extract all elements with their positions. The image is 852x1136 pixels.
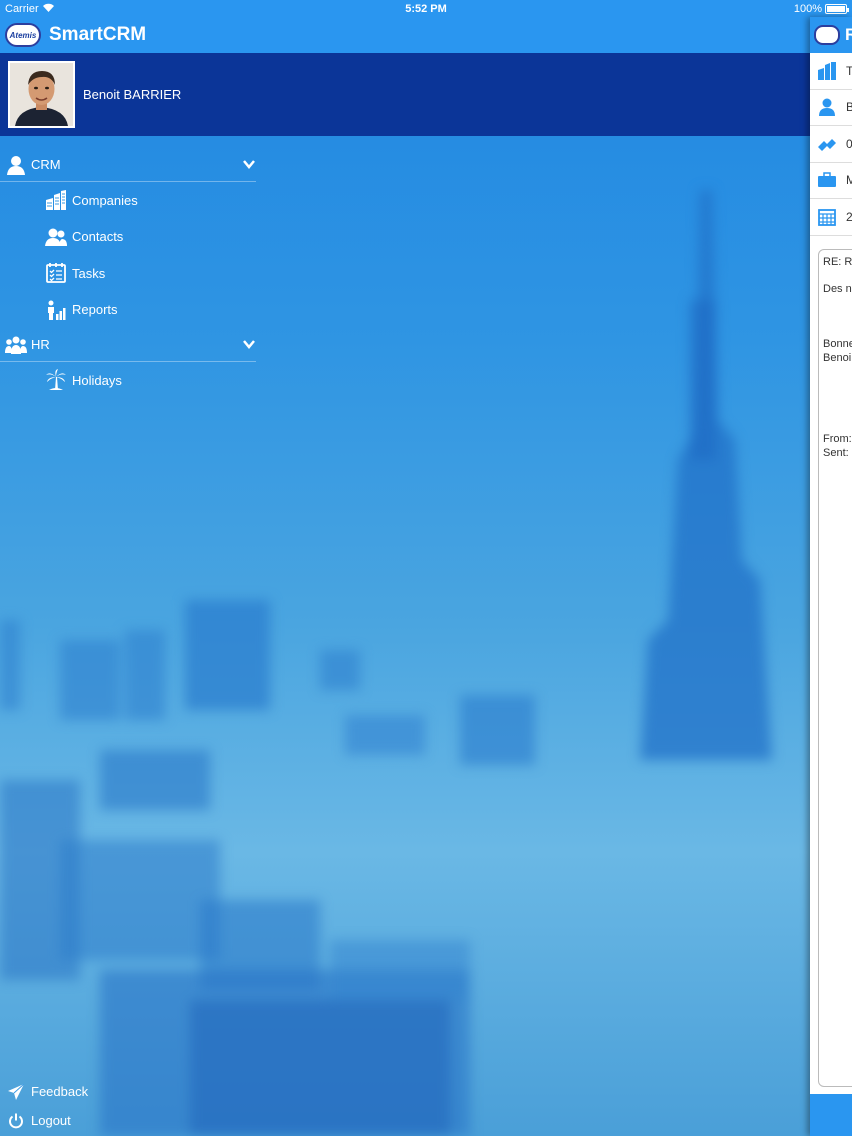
detail-panel-header: R [810, 17, 852, 53]
buildings-icon [44, 188, 68, 212]
chevron-down-icon[interactable] [242, 157, 256, 171]
mail-signature: Benoi [823, 352, 852, 364]
feedback-button[interactable]: Feedback [0, 1077, 258, 1106]
menu-section-hr[interactable]: HR [0, 328, 256, 362]
paper-plane-icon [7, 1083, 25, 1101]
menu-item-label: Tasks [72, 265, 106, 281]
detail-panel[interactable]: R T B 0 M 2 RE: RI Des n Bonne Benoi Fro… [810, 17, 852, 1136]
mail-greeting: Des n [823, 283, 852, 295]
user-name: Benoit BARRIER [83, 87, 182, 102]
status-time: 5:52 PM [405, 2, 447, 15]
detail-row-category[interactable]: M [810, 163, 852, 199]
tasks-icon [44, 261, 68, 285]
menu-item-tasks[interactable]: Tasks [0, 255, 258, 292]
status-bar: Carrier 5:52 PM 100% [0, 0, 852, 17]
menu-item-label: Companies [72, 192, 138, 208]
group-icon [5, 334, 27, 356]
logout-label: Logout [31, 1113, 71, 1128]
menu-section-label: CRM [31, 157, 61, 172]
buildings-icon [818, 61, 836, 80]
mail-body-box[interactable] [818, 249, 852, 1087]
reports-icon [44, 298, 68, 322]
mail-subject: RE: RI [823, 256, 852, 268]
person-icon [5, 154, 27, 176]
carrier-label: Carrier [5, 2, 39, 15]
menu-item-companies[interactable]: Companies [0, 182, 258, 219]
logo-text: Atemis [9, 30, 37, 40]
briefcase-icon [818, 172, 836, 188]
detail-row-date[interactable]: 2 [810, 199, 852, 236]
menu-item-label: Contacts [72, 229, 124, 245]
feedback-label: Feedback [31, 1084, 89, 1099]
app-bar: Atemis SmartCRM [0, 17, 810, 53]
palm-tree-icon [44, 368, 68, 392]
menu-item-reports[interactable]: Reports [0, 292, 258, 329]
detail-row-text: M [846, 173, 852, 188]
detail-panel-bottom-bar[interactable] [810, 1094, 852, 1136]
detail-row-company[interactable]: T [810, 53, 852, 90]
mail-from-label: From: [823, 433, 852, 445]
side-menu: CRM Companies Contacts Tasks Reports HR [0, 148, 258, 399]
detail-row-text: B [846, 100, 852, 115]
detail-row-text: 0 [846, 136, 852, 151]
logout-button[interactable]: Logout [0, 1106, 258, 1135]
app-title: SmartCRM [49, 24, 147, 45]
chevron-down-icon[interactable] [242, 337, 256, 351]
detail-row-type[interactable]: 0 [810, 126, 852, 163]
menu-item-holidays[interactable]: Holidays [0, 362, 258, 399]
detail-row-text: T [846, 63, 852, 78]
mail-sent-label: Sent: [823, 447, 849, 459]
calendar-icon [818, 208, 836, 226]
profile-header: Benoit BARRIER [0, 53, 810, 136]
avatar[interactable] [8, 61, 75, 128]
menu-section-crm[interactable]: CRM [0, 148, 256, 182]
contacts-icon [44, 225, 68, 249]
battery-percent: 100% [793, 2, 822, 15]
wifi-icon [42, 3, 54, 15]
menu-item-label: Reports [72, 302, 118, 318]
detail-row-text: 2 [846, 209, 852, 224]
app-logo-small [814, 25, 840, 45]
menu-item-label: Holidays [72, 372, 122, 388]
handshake-icon [818, 138, 836, 151]
menu-footer: Feedback Logout [0, 1077, 258, 1135]
detail-row-contact[interactable]: B [810, 90, 852, 126]
person-icon [819, 98, 835, 117]
detail-panel-title: R [845, 25, 852, 44]
mail-signoff: Bonne [823, 338, 852, 350]
menu-item-contacts[interactable]: Contacts [0, 219, 258, 256]
battery-icon [825, 3, 849, 14]
app-logo[interactable]: Atemis [5, 21, 43, 49]
menu-section-label: HR [31, 337, 50, 352]
power-icon [7, 1112, 25, 1130]
